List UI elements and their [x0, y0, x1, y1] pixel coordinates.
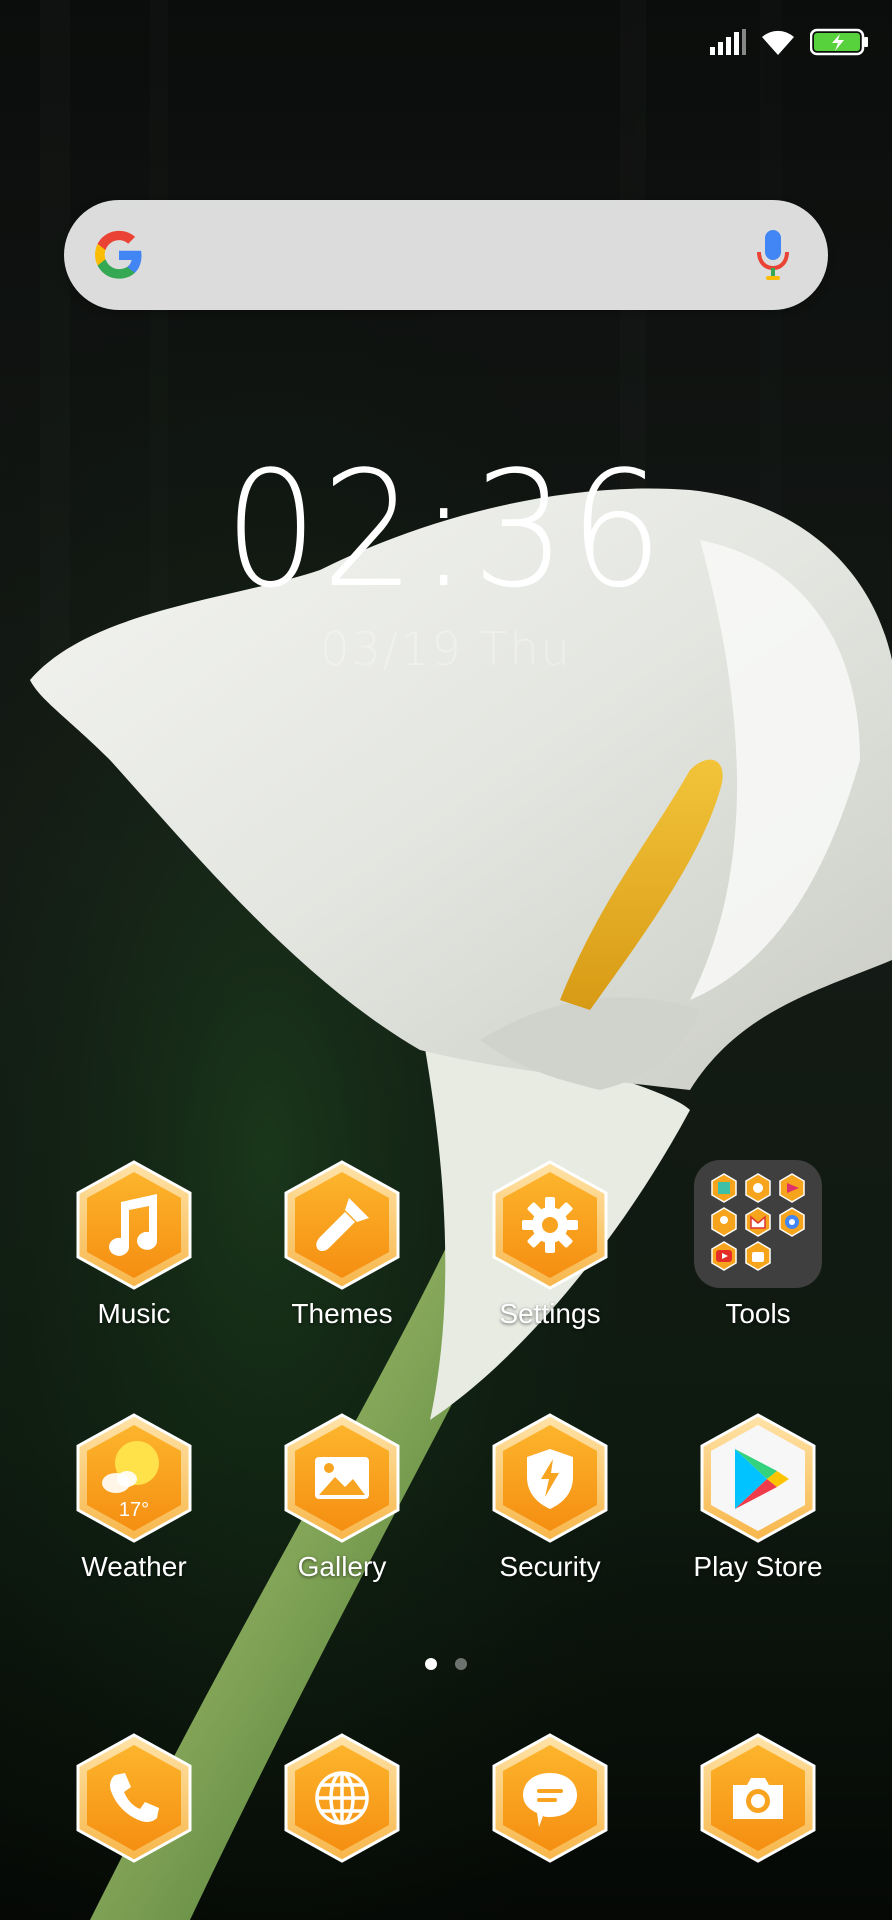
app-label: Themes [291, 1298, 393, 1329]
play-store-icon [700, 1413, 816, 1543]
app-label: Weather [81, 1551, 187, 1582]
google-icon [95, 230, 142, 279]
paintbrush-icon [284, 1160, 400, 1290]
clock-time[interactable]: 02:36 [0, 445, 892, 615]
app-play-store[interactable]: Play Store [658, 1413, 858, 1587]
signal-icon [710, 29, 746, 55]
music-note-icon [76, 1160, 192, 1290]
status-bar [710, 22, 870, 62]
app-tools-folder[interactable]: Tools [658, 1160, 858, 1334]
app-weather[interactable]: 17° Weather [34, 1413, 234, 1587]
app-label: Music [97, 1298, 171, 1329]
weather-icon [76, 1413, 192, 1543]
app-security[interactable]: Security [450, 1413, 650, 1587]
globe-icon [284, 1733, 400, 1863]
shield-bolt-icon [492, 1413, 608, 1543]
dock-browser[interactable] [242, 1733, 442, 1863]
app-label: Settings [499, 1298, 601, 1329]
camera-icon [700, 1733, 816, 1863]
page-dot-1[interactable] [425, 1658, 437, 1670]
app-label: Security [499, 1551, 601, 1582]
folder-icon [694, 1160, 822, 1288]
google-search-bar[interactable] [64, 200, 828, 310]
dock-phone[interactable] [34, 1733, 234, 1863]
weather-temp: 17° [118, 1499, 150, 1521]
app-label: Play Store [693, 1551, 823, 1582]
wifi-icon [762, 30, 794, 55]
app-music[interactable]: Music [34, 1160, 234, 1334]
mic-icon[interactable] [756, 228, 790, 282]
folder-mini-apps [711, 1173, 805, 1271]
app-settings[interactable]: Settings [450, 1160, 650, 1334]
app-gallery[interactable]: Gallery [242, 1413, 442, 1587]
dock-camera[interactable] [658, 1733, 858, 1863]
message-icon [492, 1733, 608, 1863]
clock-date: 03/19 Thu [320, 622, 572, 676]
battery-charging-icon [810, 28, 868, 56]
gear-icon [492, 1160, 608, 1290]
app-label: Gallery [297, 1551, 387, 1582]
page-dot-2[interactable] [455, 1658, 467, 1670]
phone-icon [76, 1733, 192, 1863]
app-label: Tools [725, 1298, 791, 1329]
page-indicator [0, 1658, 892, 1670]
image-icon [284, 1413, 400, 1543]
app-themes[interactable]: Themes [242, 1160, 442, 1334]
dock-messages[interactable] [450, 1733, 650, 1863]
